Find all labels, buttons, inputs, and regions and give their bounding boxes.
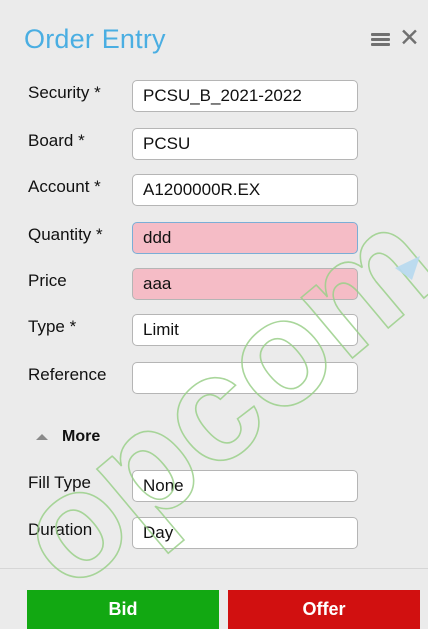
quantity-input[interactable] (132, 222, 358, 254)
price-label: Price (28, 271, 67, 290)
fill-type-label: Fill Type (28, 473, 91, 492)
triangle-up-icon (36, 434, 48, 440)
quantity-row: Quantity * (28, 222, 368, 256)
quantity-label: Quantity * (28, 225, 103, 244)
bid-button[interactable]: Bid (27, 590, 219, 629)
more-toggle[interactable]: More (36, 428, 100, 446)
type-label: Type * (28, 317, 77, 336)
board-row: Board * (28, 128, 368, 162)
board-label: Board * (28, 131, 85, 150)
reference-label: Reference (28, 365, 107, 384)
more-label: More (62, 428, 101, 445)
duration-label: Duration (28, 520, 93, 539)
offer-button[interactable]: Offer (228, 590, 420, 629)
price-input[interactable] (132, 268, 358, 300)
close-icon[interactable]: ✕ (399, 26, 420, 51)
account-label: Account * (28, 177, 101, 196)
security-input[interactable] (132, 80, 358, 112)
account-row: Account * (28, 174, 368, 208)
type-input[interactable] (132, 314, 358, 346)
menu-icon[interactable] (371, 30, 391, 46)
fill-type-row: Fill Type (28, 470, 368, 504)
duration-input[interactable] (132, 517, 358, 549)
security-row: Security * (28, 80, 368, 114)
board-input[interactable] (132, 128, 358, 160)
footer-divider (0, 568, 428, 569)
reference-input[interactable] (132, 362, 358, 394)
fill-type-input[interactable] (132, 470, 358, 502)
duration-row: Duration (28, 517, 368, 551)
reference-row: Reference (28, 362, 368, 396)
type-row: Type * (28, 314, 368, 348)
price-row: Price (28, 268, 368, 302)
order-entry-panel: Order Entry ✕ Security * Board * Account… (0, 0, 428, 629)
account-input[interactable] (132, 174, 358, 206)
panel-title: Order Entry (24, 24, 166, 54)
header-icons: ✕ (371, 26, 420, 51)
security-label: Security * (28, 83, 101, 102)
